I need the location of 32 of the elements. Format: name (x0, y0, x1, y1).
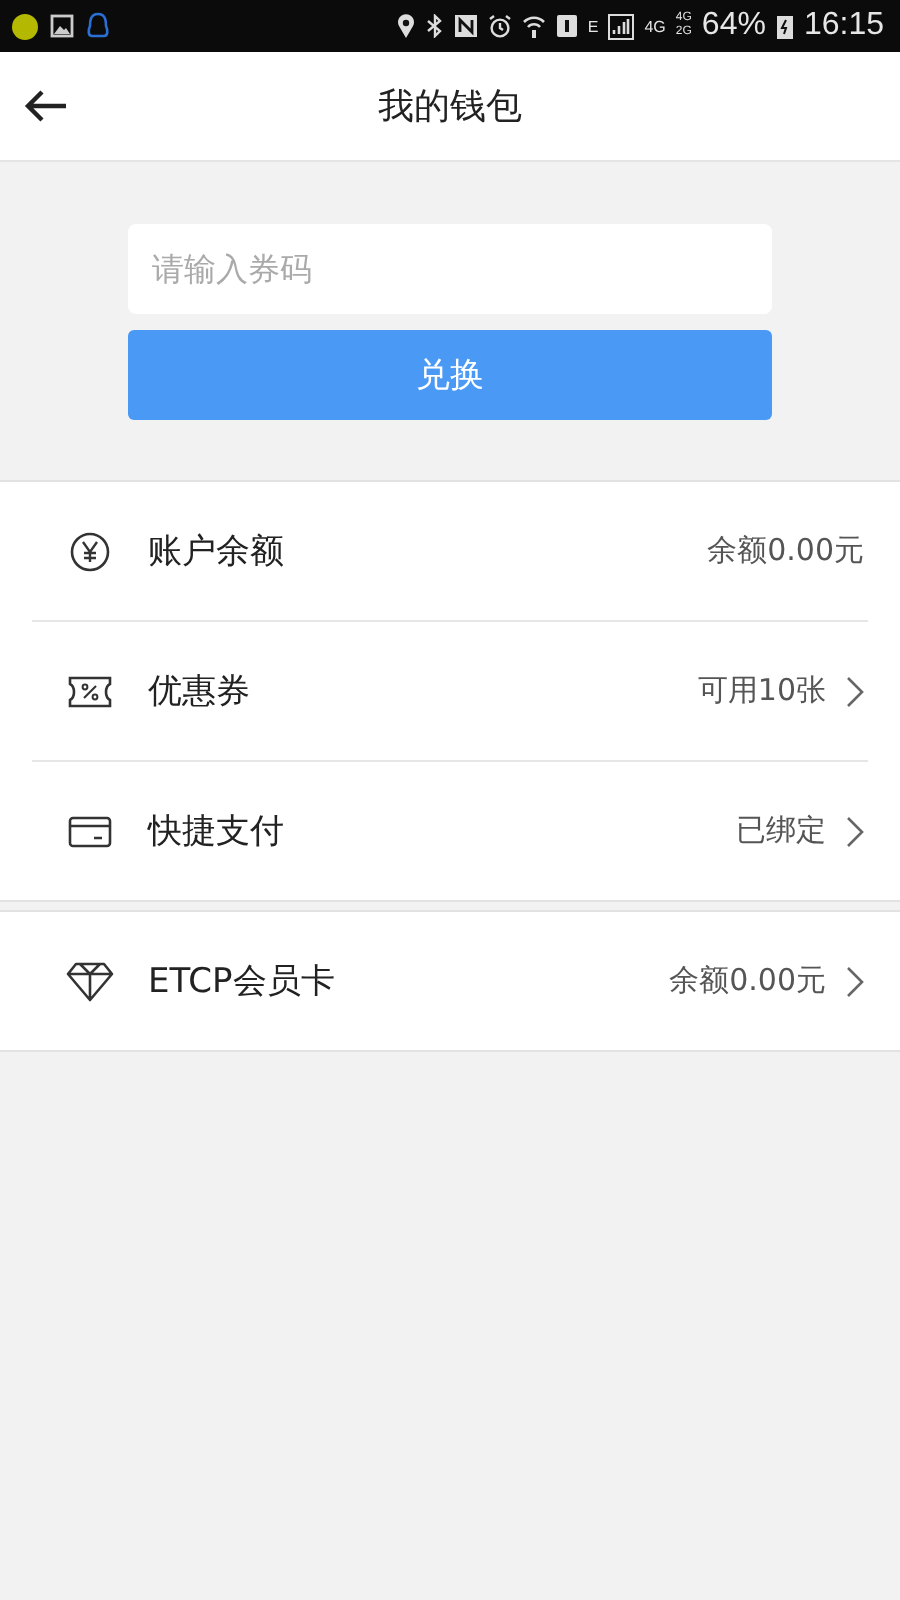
row-label: 快捷支付 (148, 810, 286, 854)
signal-icon (608, 13, 635, 39)
row-label: 优惠券 (148, 670, 252, 714)
coupon-code-field[interactable]: 请输入券码 (128, 224, 772, 314)
menu-row[interactable]: 优惠券 可用10张 (0, 622, 900, 760)
row-value: 余额0.00元 (707, 532, 864, 570)
yen-icon (66, 531, 114, 571)
menu-row[interactable]: 账户余额 余额0.00元 (0, 482, 900, 620)
sim-icon (555, 14, 578, 38)
row-value: 余额0.00元 (669, 962, 826, 1000)
menu-row[interactable]: ETCP会员卡 余额0.00元 (0, 912, 900, 1050)
image-icon (50, 14, 74, 38)
alarm-icon (487, 14, 512, 38)
row-value: 已绑定 (736, 812, 826, 850)
row-value: 可用10张 (697, 672, 826, 710)
network-label: 4G (644, 17, 666, 35)
battery-percent: 64% (701, 8, 766, 44)
row-label: 账户余额 (148, 530, 286, 574)
app-icon (12, 13, 38, 39)
location-icon (395, 13, 416, 39)
page-title: 我的钱包 (378, 84, 522, 130)
row-label: ETCP会员卡 (148, 960, 337, 1004)
nfc-icon (453, 14, 478, 38)
card-icon (66, 815, 114, 847)
diamond-icon (66, 961, 114, 1001)
menu-row[interactable]: 快捷支付 已绑定 (0, 762, 900, 900)
network-label: E (587, 17, 599, 35)
battery-icon (775, 13, 794, 39)
clock: 16:15 (803, 8, 884, 44)
bluetooth-icon (425, 14, 444, 38)
wifi-icon (521, 14, 546, 38)
coupon-icon (66, 675, 114, 707)
